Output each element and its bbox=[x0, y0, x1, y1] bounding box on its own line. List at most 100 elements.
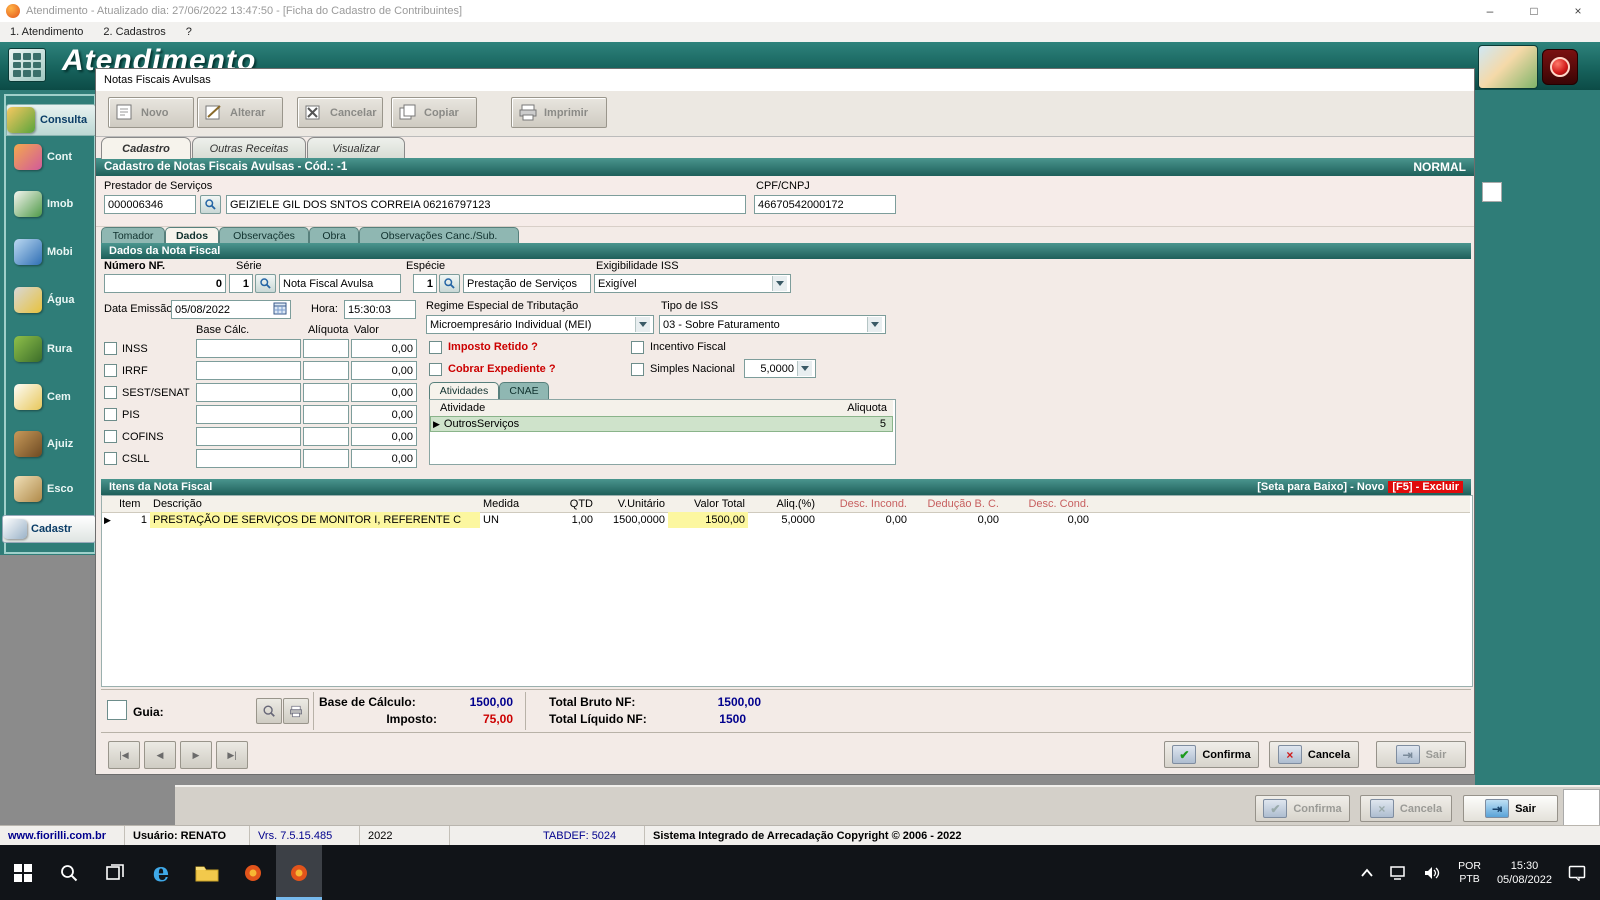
tab-atividades[interactable]: Atividades bbox=[429, 382, 499, 399]
cofins-aliquota-input[interactable] bbox=[303, 427, 349, 446]
csll-valor-input[interactable]: 0,00 bbox=[351, 449, 417, 468]
simples-nacional-checkbox[interactable] bbox=[631, 363, 644, 376]
notification-icon[interactable] bbox=[1562, 845, 1592, 900]
sidebar-item-cemiterio[interactable]: Cem bbox=[14, 384, 102, 410]
cofins-base-input[interactable] bbox=[196, 427, 301, 446]
pis-valor-input[interactable]: 0,00 bbox=[351, 405, 417, 424]
especie-input[interactable]: 1 bbox=[413, 274, 437, 293]
tab-observacoes-canc[interactable]: Observações Canc./Sub. bbox=[359, 227, 519, 244]
sidebar-item-escola[interactable]: Esco bbox=[14, 476, 102, 502]
inss-valor-input[interactable]: 0,00 bbox=[351, 339, 417, 358]
sidebar-item-contribuintes[interactable]: Cont bbox=[14, 144, 102, 170]
hora-input[interactable]: 15:30:03 bbox=[344, 300, 416, 319]
edge-button[interactable]: e bbox=[138, 845, 184, 900]
alterar-button[interactable]: Alterar bbox=[197, 97, 283, 128]
language-indicator[interactable]: POR PTB bbox=[1452, 845, 1487, 900]
guia-print-button[interactable] bbox=[283, 698, 309, 724]
csll-aliquota-input[interactable] bbox=[303, 449, 349, 468]
irrf-base-input[interactable] bbox=[196, 361, 301, 380]
csll-checkbox[interactable] bbox=[104, 452, 117, 465]
prestador-lookup-button[interactable] bbox=[200, 195, 221, 214]
power-button[interactable] bbox=[1542, 49, 1578, 85]
sidebar-item-mobiliario[interactable]: Mobi bbox=[14, 239, 102, 265]
copiar-button[interactable]: Copiar bbox=[391, 97, 477, 128]
pis-aliquota-input[interactable] bbox=[303, 405, 349, 424]
fiorilli-app-button[interactable] bbox=[230, 845, 276, 900]
imposto-retido-checkbox[interactable] bbox=[429, 341, 442, 354]
tab-cadastro[interactable]: Cadastro bbox=[101, 137, 191, 159]
tipo-iss-select[interactable]: 03 - Sobre Faturamento bbox=[659, 315, 886, 334]
sidebar-item-rural[interactable]: Rura bbox=[14, 336, 102, 362]
tab-dados[interactable]: Dados bbox=[165, 227, 219, 244]
especie-lookup-button[interactable] bbox=[439, 274, 460, 293]
calendar-icon[interactable] bbox=[273, 302, 287, 318]
regime-select[interactable]: Microempresário Individual (MEI) bbox=[426, 315, 654, 334]
incentivo-fiscal-checkbox[interactable] bbox=[631, 341, 644, 354]
exigibilidade-select[interactable]: Exigível bbox=[594, 274, 791, 293]
tab-visualizar[interactable]: Visualizar bbox=[307, 137, 405, 159]
menu-cadastros[interactable]: 2. Cadastros bbox=[93, 26, 175, 38]
window-confirma-button[interactable]: ✔ Confirma bbox=[1255, 795, 1350, 822]
data-emissao-input[interactable]: 05/08/2022 bbox=[171, 300, 291, 319]
sidebar-item-ajuizamento[interactable]: Ajuiz bbox=[14, 431, 102, 457]
item-row[interactable]: ▶ 1 PRESTAÇÃO DE SERVIÇOS DE MONITOR I, … bbox=[102, 512, 1470, 529]
tab-outras-receitas[interactable]: Outras Receitas bbox=[192, 137, 306, 159]
prestador-name-input[interactable]: GEIZIELE GIL DOS SNTOS CORREIA 062167971… bbox=[226, 195, 746, 214]
tab-observacoes[interactable]: Observações bbox=[219, 227, 309, 244]
maximize-icon[interactable]: □ bbox=[1512, 0, 1556, 22]
sidebar-item-consulta[interactable]: Consulta bbox=[6, 104, 96, 136]
imprimir-button[interactable]: Imprimir bbox=[511, 97, 607, 128]
inss-base-input[interactable] bbox=[196, 339, 301, 358]
sair-button[interactable]: ⇥ Sair bbox=[1376, 741, 1466, 768]
network-icon[interactable] bbox=[1384, 845, 1414, 900]
tab-cnae[interactable]: CNAE bbox=[499, 382, 549, 399]
irrf-aliquota-input[interactable] bbox=[303, 361, 349, 380]
pis-base-input[interactable] bbox=[196, 405, 301, 424]
record-prev-button[interactable]: ◀ bbox=[144, 741, 176, 769]
clock[interactable]: 15:30 05/08/2022 bbox=[1491, 845, 1558, 900]
numero-nf-input[interactable]: 0 bbox=[104, 274, 226, 293]
atividade-row[interactable]: ▶ OutrosServiços 5 bbox=[430, 416, 893, 432]
tray-chevron-up-icon[interactable] bbox=[1354, 845, 1380, 900]
tab-tomador[interactable]: Tomador bbox=[101, 227, 165, 244]
menu-help[interactable]: ? bbox=[176, 26, 202, 38]
search-button[interactable] bbox=[46, 845, 92, 900]
irrf-valor-input[interactable]: 0,00 bbox=[351, 361, 417, 380]
record-first-button[interactable]: |◀ bbox=[108, 741, 140, 769]
sest-senat-valor-input[interactable]: 0,00 bbox=[351, 383, 417, 402]
fiorilli-app2-button[interactable] bbox=[276, 845, 322, 900]
guia-checkbox[interactable] bbox=[107, 700, 127, 720]
irrf-checkbox[interactable] bbox=[104, 364, 117, 377]
cofins-valor-input[interactable]: 0,00 bbox=[351, 427, 417, 446]
record-next-button[interactable]: ▶ bbox=[180, 741, 212, 769]
sest-senat-base-input[interactable] bbox=[196, 383, 301, 402]
sidebar-item-imobiliario[interactable]: Imob bbox=[14, 191, 102, 217]
right-strip-button[interactable] bbox=[1482, 182, 1502, 202]
window-sair-button[interactable]: ⇥ Sair bbox=[1463, 795, 1558, 822]
sidebar-item-agua[interactable]: Água bbox=[14, 287, 102, 313]
novo-button[interactable]: Novo bbox=[108, 97, 194, 128]
simples-valor-select[interactable]: 5,0000 bbox=[744, 359, 816, 378]
volume-icon[interactable] bbox=[1418, 845, 1448, 900]
inss-aliquota-input[interactable] bbox=[303, 339, 349, 358]
sidebar-item-cadastro[interactable]: Cadastr bbox=[2, 515, 96, 543]
cpf-input[interactable]: 46670542000172 bbox=[754, 195, 896, 214]
inss-checkbox[interactable] bbox=[104, 342, 117, 355]
guia-view-button[interactable] bbox=[256, 698, 282, 724]
pis-checkbox[interactable] bbox=[104, 408, 117, 421]
cancelar-button[interactable]: Cancelar bbox=[297, 97, 383, 128]
close-icon[interactable]: × bbox=[1556, 0, 1600, 22]
cobrar-expediente-checkbox[interactable] bbox=[429, 363, 442, 376]
cofins-checkbox[interactable] bbox=[104, 430, 117, 443]
minimize-icon[interactable]: – bbox=[1468, 0, 1512, 22]
sest-senat-aliquota-input[interactable] bbox=[303, 383, 349, 402]
prestador-code-input[interactable]: 000006346 bbox=[104, 195, 196, 214]
serie-lookup-button[interactable] bbox=[255, 274, 276, 293]
menu-atendimento[interactable]: 1. Atendimento bbox=[0, 26, 93, 38]
task-view-button[interactable] bbox=[92, 845, 138, 900]
start-button[interactable] bbox=[0, 845, 46, 900]
explorer-button[interactable] bbox=[184, 845, 230, 900]
window-cancela-button[interactable]: × Cancela bbox=[1360, 795, 1452, 822]
serie-input[interactable]: 1 bbox=[229, 274, 253, 293]
cancela-button[interactable]: × Cancela bbox=[1269, 741, 1359, 768]
